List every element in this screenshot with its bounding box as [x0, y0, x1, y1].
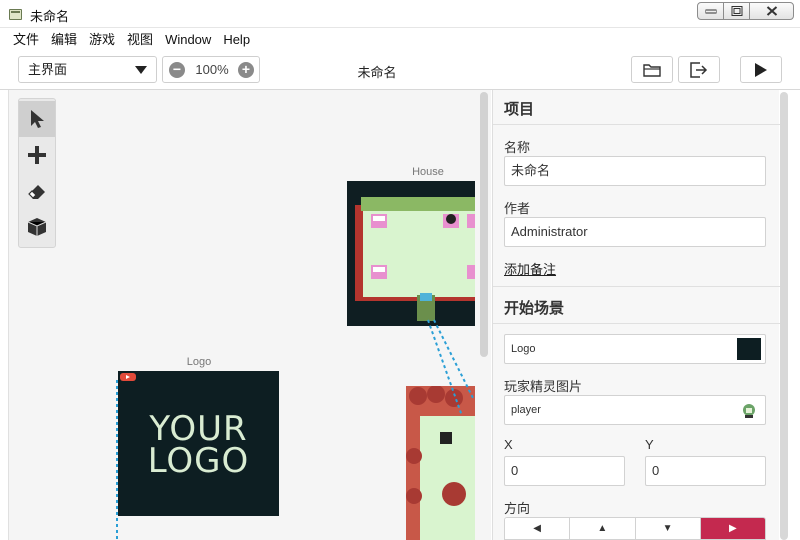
start-scene-value: Logo [511, 343, 536, 355]
direction-down-button[interactable]: ▼ [635, 518, 701, 539]
x-label: X [504, 437, 513, 452]
direction-up-button[interactable]: ▲ [570, 518, 636, 539]
y-label: Y [645, 437, 654, 452]
y-field[interactable]: 0 [645, 456, 766, 486]
properties-panel: 项目 名称 未命名 作者 Administrator 添加备注 开始场景 Log… [492, 90, 780, 540]
project-section-title: 项目 [504, 101, 535, 118]
direction-label: 方向 [504, 501, 531, 516]
add-note-link[interactable]: 添加备注 [504, 259, 556, 278]
player-sprite-select[interactable]: player [504, 395, 766, 425]
direction-selector: ◀ ▲ ▼ ▶ [504, 517, 766, 540]
x-field[interactable]: 0 [504, 456, 625, 486]
direction-right-button[interactable]: ▶ [700, 518, 765, 539]
divider [493, 124, 780, 125]
sprite-label: 玩家精灵图片 [504, 379, 583, 394]
divider [493, 323, 780, 324]
direction-left-button[interactable]: ◀ [505, 518, 571, 539]
name-field[interactable]: 未命名 [504, 156, 766, 186]
author-label: 作者 [504, 201, 531, 216]
name-label: 名称 [504, 140, 531, 155]
player-sprite-icon [743, 404, 755, 418]
scene-thumbnail [737, 338, 761, 360]
author-field[interactable]: Administrator [504, 217, 766, 247]
start-scene-select[interactable]: Logo [504, 334, 766, 364]
panel-scrollbar[interactable] [780, 92, 788, 540]
divider [493, 286, 780, 287]
player-sprite-value: player [511, 404, 541, 416]
start-scene-section-title: 开始场景 [504, 300, 565, 317]
